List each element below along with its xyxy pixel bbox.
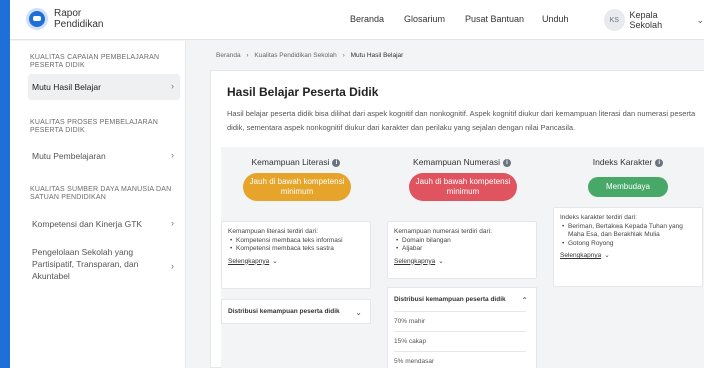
sidebar-section-title-capaian: KUALITAS CAPAIAN PEMBELAJARAN PESERTA DI… <box>30 54 160 69</box>
main-panel: Hasil Belajar Peserta Didik Hasil belaja… <box>210 70 704 368</box>
sidebar: KUALITAS CAPAIAN PEMBELAJARAN PESERTA DI… <box>10 41 186 368</box>
brand-name[interactable]: Rapor Pendidikan <box>54 8 103 30</box>
karakter-title: Indeks Karakter i <box>553 157 703 167</box>
literasi-distribution-accordion[interactable]: Distribusi kemampuan peserta didik ⌄ <box>221 299 371 324</box>
user-menu[interactable]: KS Kepala Sekolah ⌄ <box>604 8 704 32</box>
nav-beranda[interactable]: Beranda <box>350 14 384 24</box>
numerasi-distribution-accordion[interactable]: Distribusi kemampuan peserta didik ⌃ 70%… <box>387 287 537 368</box>
numerasi-title-text: Kemampuan Numerasi <box>413 157 500 167</box>
list-item: Kompetensi membaca teks sastra <box>228 245 364 254</box>
avatar: KS <box>604 9 625 31</box>
sidebar-item-label: Pengelolaan Sekolah yang Partisipatif, T… <box>32 247 139 281</box>
nav-unduh[interactable]: Unduh <box>542 14 569 24</box>
breadcrumb-current: Mutu Hasil Belajar <box>350 52 404 59</box>
literasi-status-badge: Jauh di bawah kompetensi minimum <box>243 173 351 201</box>
top-navbar: Rapor Pendidikan Beranda Glosarium Pusat… <box>10 0 704 40</box>
selengkapnya-label: Selengkapnya <box>560 252 602 259</box>
sidebar-item-pengelolaan-sekolah[interactable]: Pengelolaan Sekolah yang Partisipatif, T… <box>28 246 174 286</box>
numerasi-title: Kemampuan Numerasi i <box>387 157 537 167</box>
karakter-status-badge: Membudaya <box>588 177 668 197</box>
app-window: Rapor Pendidikan Beranda Glosarium Pusat… <box>10 0 704 368</box>
literasi-distribution-title: Distribusi kemampuan peserta didik <box>228 308 340 315</box>
info-icon[interactable]: i <box>332 158 341 167</box>
page-title: Hasil Belajar Peserta Didik <box>227 85 379 99</box>
selengkapnya-label: Selengkapnya <box>394 257 436 265</box>
breadcrumb-separator-icon: › <box>246 52 249 59</box>
brand-line-2: Pendidikan <box>54 19 104 30</box>
sidebar-item-label: Mutu Pembelajaran <box>32 151 106 161</box>
breadcrumb: Beranda › Kualitas Pendidikan Sekolah › … <box>216 52 403 59</box>
literasi-title: Kemampuan Literasi i <box>221 157 371 167</box>
info-icon[interactable]: i <box>655 158 664 167</box>
sidebar-item-label: Mutu Hasil Belajar <box>32 82 101 92</box>
karakter-title-text: Indeks Karakter <box>592 157 653 167</box>
chevron-down-icon: ⌄ <box>604 252 610 259</box>
sidebar-section-title-sdm: KUALITAS SUMBER DAYA MANUSIA DAN SATUAN … <box>30 186 172 201</box>
literasi-info-card: Kemampuan literasi terdiri dari: Kompete… <box>221 221 371 289</box>
sidebar-item-kompetensi-gtk[interactable]: Kompetensi dan Kinerja GTK › <box>28 211 180 237</box>
sidebar-item-mutu-hasil-belajar[interactable]: Mutu Hasil Belajar › <box>28 74 180 100</box>
numerasi-info-card: Kemampuan numerasi terdiri dari: Domain … <box>387 221 537 279</box>
chevron-right-icon: › <box>171 150 174 160</box>
rapor-logo-icon[interactable] <box>26 8 48 30</box>
distribution-row: 15% cakap <box>394 331 526 351</box>
literasi-info-intro: Kemampuan literasi terdiri dari: <box>228 228 318 235</box>
numerasi-distribution-header[interactable]: Distribusi kemampuan peserta didik ⌃ <box>388 288 536 311</box>
breadcrumb-kualitas-pendidikan[interactable]: Kualitas Pendidikan Sekolah <box>254 52 336 59</box>
literasi-title-text: Kemampuan Literasi <box>251 157 330 167</box>
list-item: Domain bilangan <box>394 237 530 246</box>
chevron-right-icon: › <box>171 261 174 271</box>
chevron-right-icon: › <box>171 218 174 228</box>
page-description: Hasil belajar peserta didik bisa dilihat… <box>227 109 696 132</box>
chevron-down-icon: ⌄ <box>438 257 444 265</box>
chevron-right-icon: › <box>171 81 174 91</box>
breadcrumb-beranda[interactable]: Beranda <box>216 52 241 59</box>
info-icon[interactable]: i <box>502 158 511 167</box>
chevron-up-icon: ⌃ <box>521 296 528 305</box>
karakter-info-card: Indeks karakter terdiri dari: Beriman, B… <box>553 207 703 287</box>
nav-glosarium[interactable]: Glosarium <box>404 14 445 24</box>
karakter-info-intro: Indeks karakter terdiri dari: <box>560 214 637 221</box>
chevron-down-icon: ⌄ <box>696 14 704 25</box>
list-item: Kompetensi membaca teks informasi <box>228 237 364 246</box>
karakter-selengkapnya-link[interactable]: Selengkapnya ⌄ <box>560 252 696 261</box>
nav-pusat-bantuan[interactable]: Pusat Bantuan <box>465 14 524 24</box>
indicator-area: Kemampuan Literasi i Jauh di bawah kompet… <box>221 147 704 368</box>
literasi-selengkapnya-link[interactable]: Selengkapnya ⌄ <box>228 258 364 267</box>
list-item: Beriman, Bertakwa Kepada Tuhan yang Maha… <box>560 223 696 240</box>
numerasi-distribution-title: Distribusi kemampuan peserta didik <box>394 296 506 303</box>
distribution-row: 5% mendasar <box>394 351 526 368</box>
chevron-down-icon: ⌄ <box>272 257 278 265</box>
sidebar-section-title-proses: KUALITAS PROSES PEMBELAJARAN PESERTA DID… <box>30 119 159 134</box>
numerasi-info-intro: Kemampuan numerasi terdiri dari: <box>394 228 492 235</box>
sidebar-item-label: Kompetensi dan Kinerja GTK <box>32 219 143 229</box>
user-name: Kepala Sekolah <box>629 10 663 30</box>
brand-line-1: Rapor <box>54 8 82 19</box>
distribution-row: 70% mahir <box>394 311 526 331</box>
chevron-down-icon: ⌄ <box>355 308 362 317</box>
selengkapnya-label: Selengkapnya <box>228 257 270 265</box>
list-item: Aljabar <box>394 245 530 254</box>
breadcrumb-separator-icon: › <box>342 52 345 59</box>
list-item: Gotong Royong <box>560 240 696 249</box>
sidebar-item-mutu-pembelajaran[interactable]: Mutu Pembelajaran › <box>28 143 180 169</box>
literasi-distribution-header[interactable]: Distribusi kemampuan peserta didik ⌄ <box>222 300 370 323</box>
numerasi-selengkapnya-link[interactable]: Selengkapnya ⌄ <box>394 258 530 267</box>
numerasi-status-badge: Jauh di bawah kompetensi minimum <box>409 173 517 201</box>
